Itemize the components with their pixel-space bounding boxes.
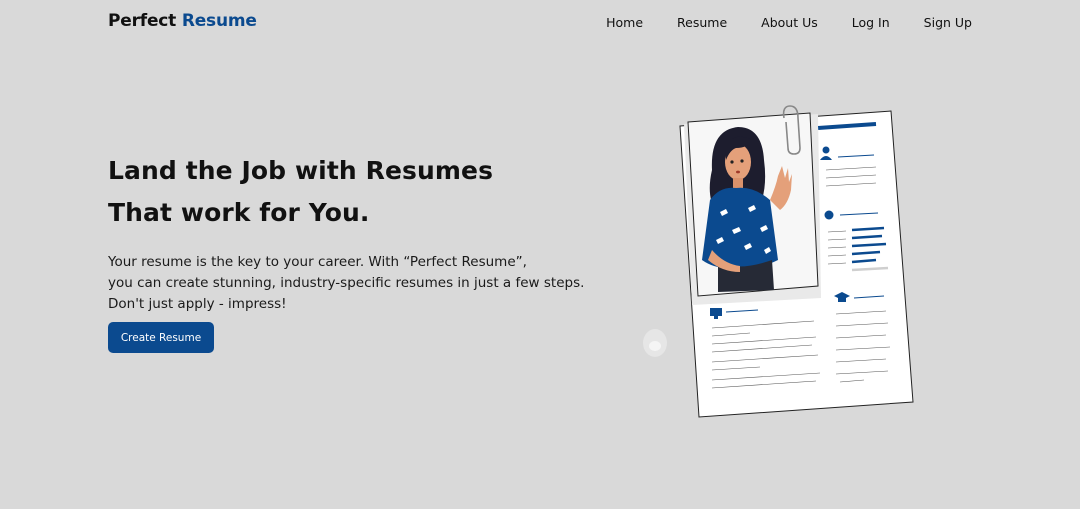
- photo-frame: [687, 105, 819, 297]
- hero-description-line3: Don't just apply - impress!: [108, 296, 287, 312]
- nav-item-home[interactable]: Home: [606, 15, 643, 30]
- hero-section: Land the Job with Resumes That work for …: [108, 150, 608, 315]
- hero-description-line2: you can create stunning, industry-specif…: [108, 275, 585, 291]
- hero-headline-line2: That work for You.: [108, 198, 370, 227]
- brand-logo[interactable]: Perfect Resume: [108, 11, 257, 31]
- nav-item-sign-up[interactable]: Sign Up: [924, 15, 972, 30]
- hero-headline: Land the Job with Resumes That work for …: [108, 150, 608, 234]
- hero-description-line1: Your resume is the key to your career. W…: [108, 254, 527, 270]
- nav-item-log-in[interactable]: Log In: [852, 15, 890, 30]
- hero-headline-line1: Land the Job with Resumes: [108, 156, 494, 185]
- brand-name-part2: Resume: [181, 11, 257, 31]
- main-nav: Home Resume About Us Log In Sign Up: [606, 15, 972, 30]
- hero-description: Your resume is the key to your career. W…: [108, 252, 608, 315]
- brand-name-part1: Perfect: [108, 11, 177, 31]
- resume-illustration: [643, 105, 914, 418]
- location-icon: [824, 210, 834, 220]
- create-resume-button[interactable]: Create Resume: [108, 322, 214, 353]
- nav-item-resume[interactable]: Resume: [677, 15, 727, 30]
- shadow-blob: [643, 329, 667, 357]
- nav-item-about-us[interactable]: About Us: [761, 15, 818, 30]
